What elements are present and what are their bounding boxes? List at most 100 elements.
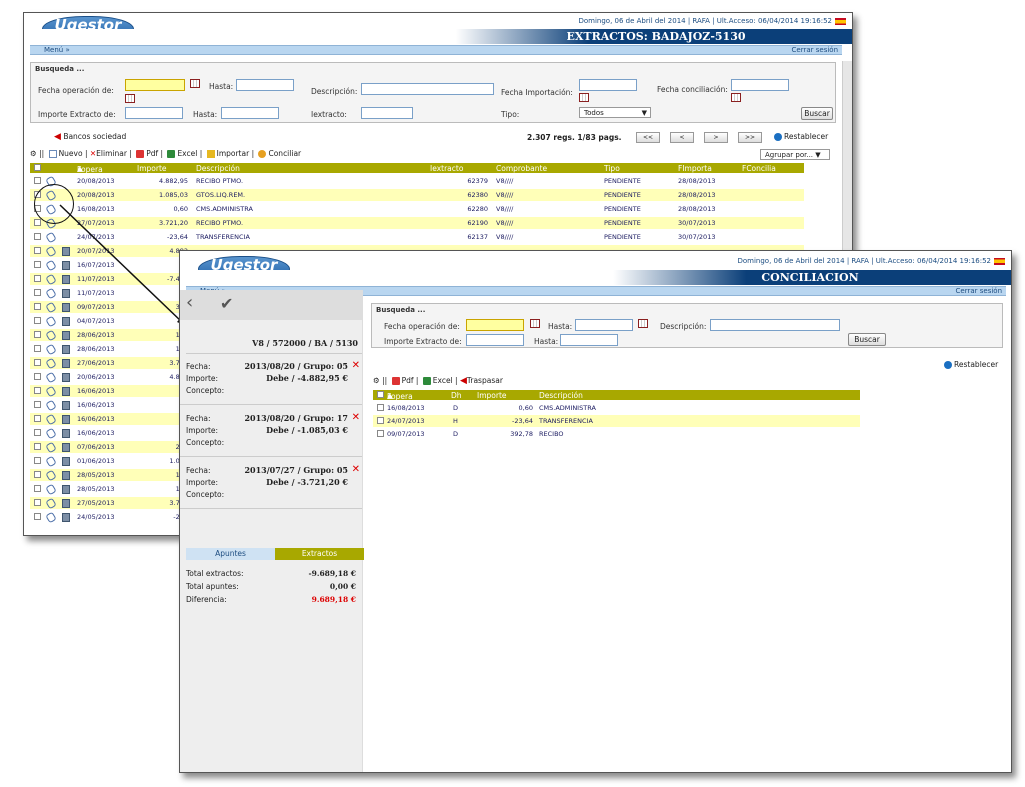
row-checkbox[interactable] (34, 261, 41, 268)
document-icon[interactable] (62, 485, 70, 494)
document-icon[interactable] (62, 331, 70, 340)
row-checkbox[interactable] (377, 430, 384, 437)
col-descripcion[interactable]: Descripción (539, 391, 583, 400)
attachment-icon[interactable] (45, 343, 57, 356)
calendar-icon[interactable] (638, 319, 648, 328)
document-icon[interactable] (62, 275, 70, 284)
row-checkbox[interactable] (34, 219, 41, 226)
menu-button[interactable]: Menú » (44, 46, 70, 54)
document-icon[interactable] (62, 261, 70, 270)
select-all-checkbox[interactable] (377, 391, 384, 398)
restablecer-link[interactable]: Restablecer (772, 132, 828, 141)
calendar-icon[interactable] (125, 94, 135, 103)
row-checkbox[interactable] (34, 331, 41, 338)
hasta-input[interactable] (236, 79, 294, 91)
buscar-button[interactable]: Buscar (848, 333, 886, 346)
row-checkbox[interactable] (34, 345, 41, 352)
row-checkbox[interactable] (34, 303, 41, 310)
importar-button[interactable]: Importar (217, 149, 250, 158)
pdf-button[interactable]: Pdf (402, 376, 414, 385)
attachment-icon[interactable] (45, 483, 57, 496)
col-importe[interactable]: Importe (137, 164, 167, 173)
row-checkbox[interactable] (34, 457, 41, 464)
col-fimporta[interactable]: FImporta (678, 164, 712, 173)
row-checkbox[interactable] (34, 471, 41, 478)
tab-extractos[interactable]: Extractos (275, 548, 364, 560)
select-all-checkbox[interactable] (34, 164, 41, 171)
conciliar-button[interactable]: Conciliar (268, 149, 301, 158)
descripcion-input[interactable] (710, 319, 840, 331)
row-checkbox[interactable] (34, 275, 41, 282)
document-icon[interactable] (62, 359, 70, 368)
attachment-icon[interactable] (45, 441, 57, 454)
document-icon[interactable] (62, 457, 70, 466)
table-row[interactable]: 09/07/2013 D 392,78 RECIBO (373, 428, 860, 440)
document-icon[interactable] (62, 443, 70, 452)
attachment-icon[interactable] (45, 455, 57, 468)
attachment-icon[interactable] (45, 399, 57, 412)
fecha-op-input[interactable] (466, 319, 524, 331)
pdf-button[interactable]: Pdf (146, 149, 158, 158)
attachment-icon[interactable] (45, 315, 57, 328)
attachment-icon[interactable] (45, 287, 57, 300)
col-fconcilia[interactable]: FConcilia (742, 164, 776, 173)
buscar-button[interactable]: Buscar (801, 107, 833, 120)
document-icon[interactable] (62, 415, 70, 424)
document-icon[interactable] (62, 317, 70, 326)
attachment-icon[interactable] (45, 259, 57, 272)
row-checkbox[interactable] (34, 247, 41, 254)
table-row[interactable]: 20/08/2013 1.085,03 GTOS.LIQ.REM. 62380 V8//… (30, 189, 804, 202)
document-icon[interactable] (62, 499, 70, 508)
prev-page-button[interactable]: < (670, 132, 694, 143)
row-checkbox[interactable] (34, 289, 41, 296)
document-icon[interactable] (62, 471, 70, 480)
row-checkbox[interactable] (34, 317, 41, 324)
document-icon[interactable] (62, 345, 70, 354)
table-row[interactable]: 20/08/2013 4.882,95 RECIBO PTMO. 62379 V8///… (30, 175, 804, 188)
importe-input[interactable] (125, 107, 183, 119)
table-row[interactable]: 16/08/2013 D 0,60 CMS.ADMINISTRA (373, 402, 860, 414)
document-icon[interactable] (62, 289, 70, 298)
table-row[interactable]: 24/07/2013 -23,64 TRANSFERENCIA 62137 V8////… (30, 231, 804, 244)
attachment-icon[interactable] (45, 245, 57, 258)
fecha-conciliacion-input[interactable] (731, 79, 789, 91)
attachment-icon[interactable] (45, 427, 57, 440)
tab-apuntes[interactable]: Apuntes (186, 548, 275, 560)
table-row[interactable]: 27/07/2013 3.721,20 RECIBO PTMO. 62190 V8///… (30, 217, 804, 230)
row-checkbox[interactable] (34, 359, 41, 366)
nuevo-button[interactable]: Nuevo (59, 149, 83, 158)
document-icon[interactable] (62, 513, 70, 522)
col-dh[interactable]: Dh (451, 391, 462, 400)
attachment-icon[interactable] (45, 329, 57, 342)
tipo-select[interactable]: Todos ▼ (579, 107, 651, 118)
row-checkbox[interactable] (377, 417, 384, 424)
document-icon[interactable] (62, 247, 70, 256)
traspasar-button[interactable]: Traspasar (467, 376, 503, 385)
col-tipo[interactable]: Tipo (604, 164, 620, 173)
attachment-icon[interactable] (45, 511, 57, 524)
attachment-icon[interactable] (45, 385, 57, 398)
attachment-icon[interactable] (45, 497, 57, 510)
importe-hasta-input[interactable] (221, 107, 279, 119)
document-icon[interactable] (62, 387, 70, 396)
first-page-button[interactable]: << (636, 132, 660, 143)
col-fopera[interactable]: Fopera ▲ (387, 391, 413, 401)
checkmark-icon[interactable]: ✔ (220, 294, 233, 313)
attachment-icon[interactable] (45, 301, 57, 314)
row-checkbox[interactable] (34, 429, 41, 436)
document-icon[interactable] (62, 373, 70, 382)
descripcion-input[interactable] (361, 83, 494, 95)
row-checkbox[interactable] (34, 499, 41, 506)
calendar-icon[interactable] (530, 319, 540, 328)
col-descripcion[interactable]: Descripción (196, 164, 240, 173)
eliminar-button[interactable]: Eliminar (96, 149, 127, 158)
row-checkbox[interactable] (34, 485, 41, 492)
row-checkbox[interactable] (377, 404, 384, 411)
table-row[interactable]: 24/07/2013 H -23,64 TRANSFERENCIA (373, 415, 860, 427)
attachment-icon[interactable] (45, 357, 57, 370)
agrupar-select[interactable]: Agrupar por... ▼ (760, 149, 830, 160)
excel-button[interactable]: Excel (177, 149, 197, 158)
document-icon[interactable] (62, 303, 70, 312)
col-iextracto[interactable]: Iextracto (430, 164, 463, 173)
fecha-importacion-input[interactable] (579, 79, 637, 91)
